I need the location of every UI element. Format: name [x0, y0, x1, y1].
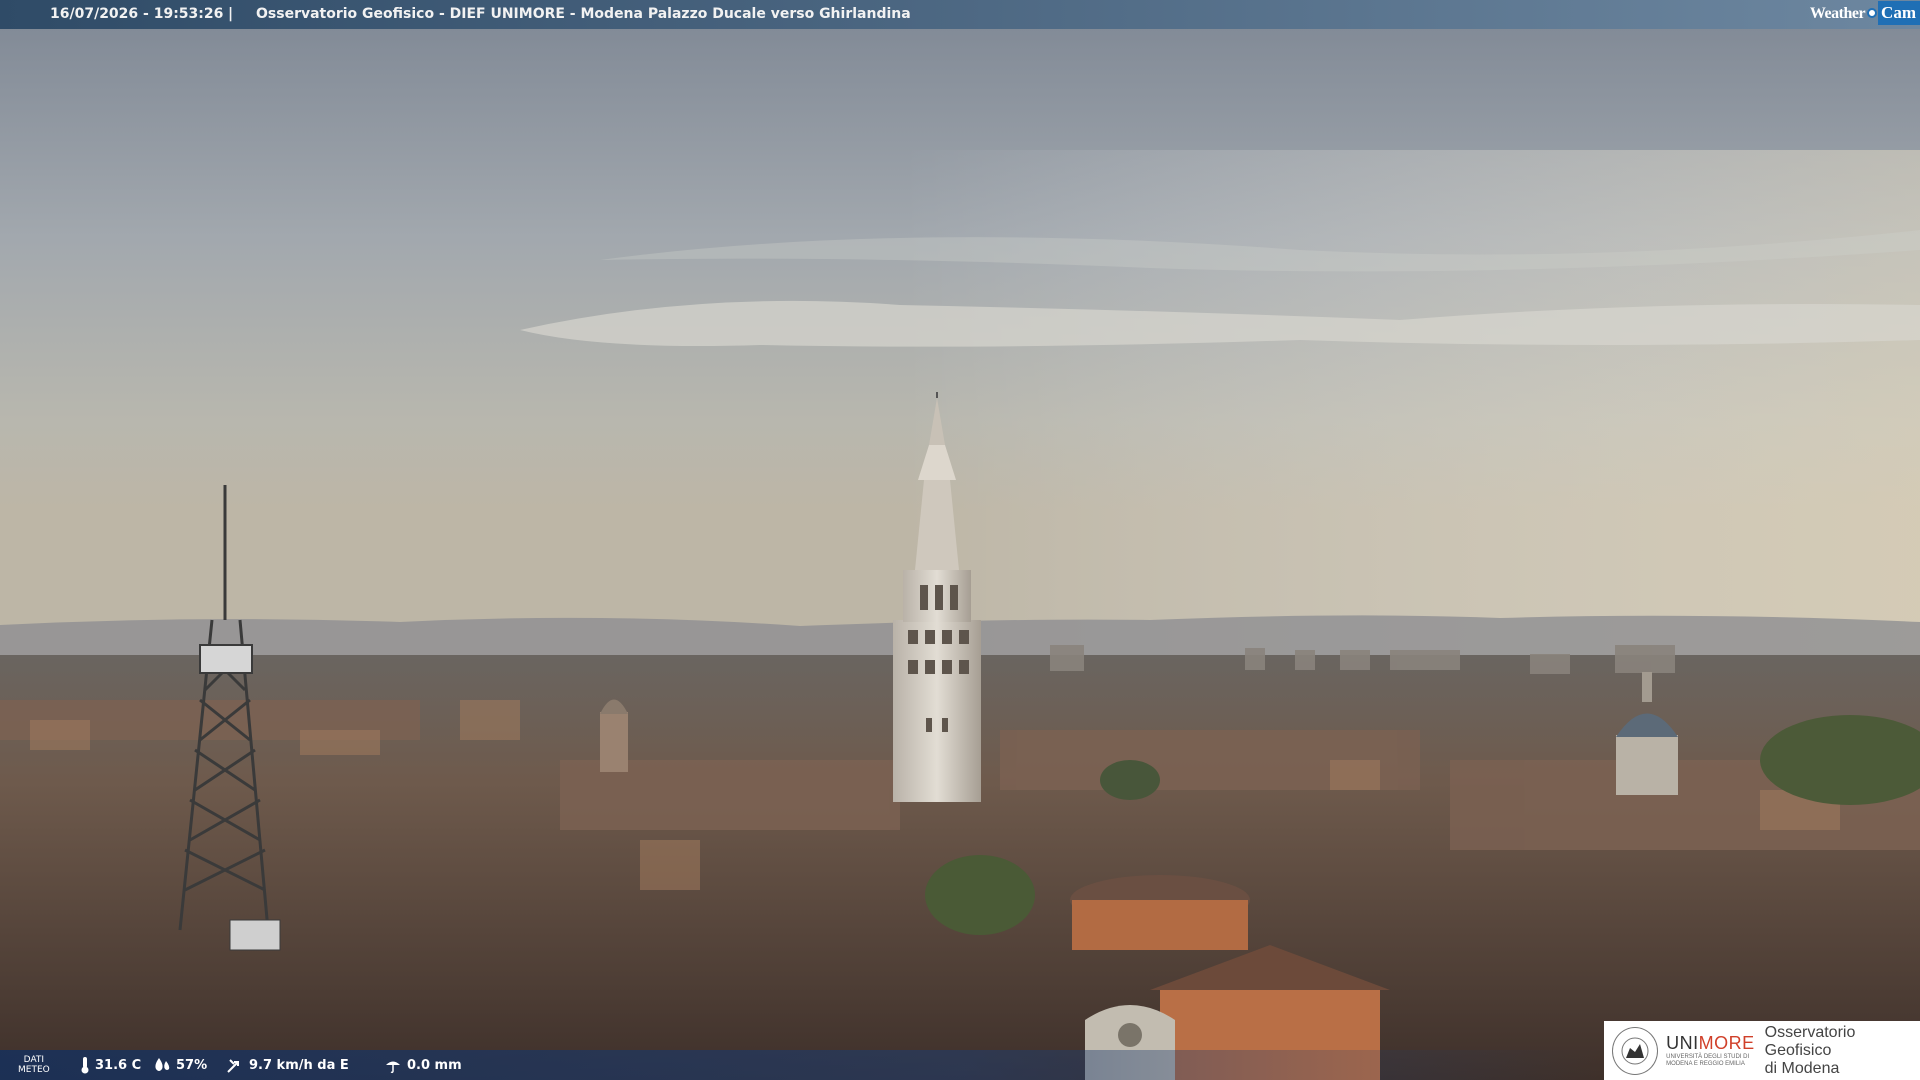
lens-icon [1867, 8, 1878, 18]
webcam-image [0, 0, 1920, 1080]
university-seal-icon [1612, 1026, 1659, 1075]
humidity-value: 57% [176, 1057, 208, 1073]
weather-data-bar: DATI METEO 31.6 C 57% 9.7 km/h da E 0.0 m… [0, 1050, 1600, 1080]
wind-value: 9.7 km/h da E [249, 1057, 349, 1073]
humidity-icon [155, 1058, 170, 1071]
observatory-name: Osservatorio Geofisico di Modena [1764, 1023, 1856, 1077]
humidity-reading: 57% [153, 1050, 207, 1080]
bell-tower-small [600, 699, 628, 772]
caption-bar: 16/07/2026 - 19:53:26 | Osservatorio Geo… [0, 0, 1920, 29]
rain-icon [386, 1061, 400, 1074]
weathercam-cam-text: Cam [1878, 1, 1920, 25]
camera-title: Osservatorio Geofisico - DIEF UNIMORE - … [256, 6, 911, 22]
unimore-logo: UNIMORE UNIVERSITÀ DEGLI STUDI DI MODENA… [1604, 1021, 1920, 1080]
temperature-reading: 31.6 C [80, 1050, 141, 1080]
weather-data-label: DATI METEO [18, 1055, 50, 1075]
timestamp: 16/07/2026 - 19:53:26 [50, 6, 224, 22]
weathercam-weather-text: Weather [1809, 4, 1866, 22]
rain-reading: 0.0 mm [384, 1050, 462, 1080]
weathercam-logo: Weather Cam [1810, 0, 1920, 26]
rain-value: 0.0 mm [407, 1057, 462, 1073]
unimore-wordmark: UNIMORE UNIVERSITÀ DEGLI STUDI DI MODENA… [1666, 1033, 1755, 1067]
caption-separator: | [228, 6, 234, 22]
wind-reading: 9.7 km/h da E [226, 1050, 349, 1080]
temperature-value: 31.6 C [95, 1057, 142, 1073]
wind-icon [227, 1059, 239, 1073]
thermometer-icon [81, 1057, 89, 1074]
